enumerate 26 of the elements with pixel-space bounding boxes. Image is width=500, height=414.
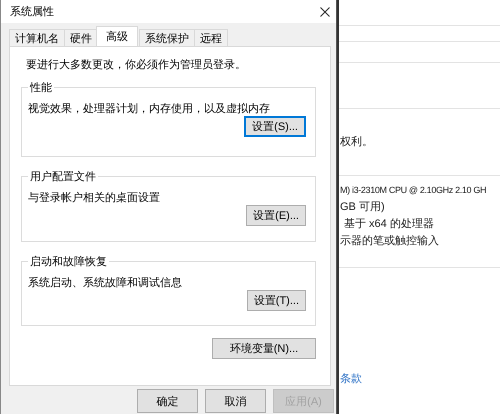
group-title: 启动和故障恢复 [29,254,108,269]
spec-value: 示器的笔或触控输入 [339,234,440,249]
settings-button[interactable]: 设置(E)... [246,205,306,226]
window-title: 系统属性 [10,4,54,19]
tab[interactable]: 系统保护 [139,29,195,46]
group-description: 视觉效果，处理器计划，内存使用，以及虚拟内存 [28,102,271,116]
spec-value: 基于 x64 的处理器 [343,217,435,232]
spec-value: M) i3-2310M CPU @ 2.10GHz 2.10 GH [339,184,488,197]
spec-value: GB 可用) [339,200,386,215]
terms-link[interactable]: 条款 [339,371,500,386]
tab[interactable]: 远程 [194,29,228,46]
environment-variables-button[interactable]: 环境变量(N)... [212,338,316,359]
settings-button[interactable]: 设置(S)... [244,116,306,137]
group-description: 与登录帐户相关的桌面设置 [28,190,161,205]
group-description: 系统启动、系统故障和调试信息 [28,276,183,290]
tab[interactable]: 计算机名 [9,29,65,46]
group-title: 用户配置文件 [29,170,97,184]
settings-button[interactable]: 设置(T)... [246,290,306,311]
ok-button[interactable]: 确定 [137,389,198,413]
tab[interactable]: 硬件 [64,29,98,46]
tab[interactable]: 高级 [96,26,138,46]
close-icon[interactable] [320,6,330,16]
body-text: 权利。 [339,135,374,150]
cancel-button[interactable]: 取消 [205,389,266,413]
group-title: 性能 [28,81,53,95]
notice-text: 要进行大多数更改，你必须作为管理员登录。 [26,58,247,72]
